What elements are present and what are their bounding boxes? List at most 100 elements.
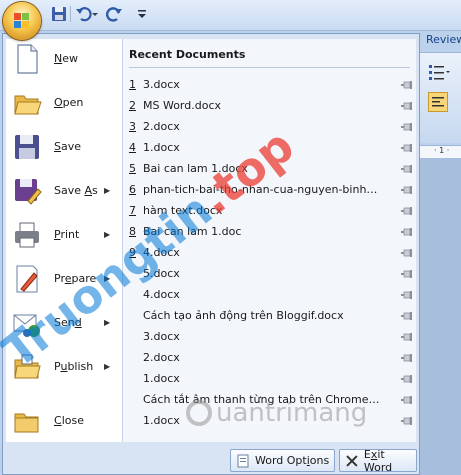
tab-review[interactable]: Review [422,30,461,50]
menu-item-label: Send [54,316,82,329]
pin-icon[interactable] [401,416,413,426]
ruler-label: · 1 · [434,146,450,155]
pin-icon[interactable] [401,311,413,321]
pin-icon[interactable] [401,164,413,174]
menu-item-label: Publish [54,360,94,373]
recent-document-item[interactable]: 8 Bai can lam 1.doc [123,222,416,242]
recent-document-number: 5 [129,162,136,175]
submenu-arrow-icon: ▶ [104,318,111,327]
pin-icon[interactable] [401,143,413,153]
recent-document-item[interactable]: 5.docx [123,264,416,284]
submenu-arrow-icon: ▶ [104,186,111,195]
menu-item-open[interactable]: Open [6,83,122,123]
recent-document-item[interactable]: 3.docx [123,327,416,347]
open-folder-icon [14,95,42,115]
save-floppy-icon [15,135,39,159]
pin-icon[interactable] [401,206,413,216]
recent-document-item[interactable]: 3 2.docx [123,117,416,137]
submenu-arrow-icon: ▶ [104,362,111,371]
recent-document-item[interactable]: 5 Bai can lam 1.docx [123,159,416,179]
recent-document-name: 3.docx [143,78,180,91]
recent-document-name: 4.docx [143,246,180,259]
recent-document-item[interactable]: 4.docx [123,285,416,305]
recent-documents-pane: Recent Documents 1 3.docx 2 MS Word.docx 3 2.… [123,39,416,442]
pin-icon[interactable] [401,248,413,258]
exit-word-label: Exit Word [363,447,393,474]
recent-document-name: 4.docx [143,288,180,301]
recent-document-name: MS Word.docx [143,99,222,112]
pin-icon[interactable] [401,122,413,132]
word-options-button[interactable]: Word Options [230,449,335,472]
recent-document-number: 7 [129,204,136,217]
recent-document-name: hàm text.docx [143,204,223,217]
floppy-save-icon [52,7,66,21]
pin-icon[interactable] [401,227,413,237]
recent-document-number: 2 [129,99,136,112]
menu-item-print[interactable]: Print ▶ [6,215,122,255]
pin-icon[interactable] [401,80,413,90]
recent-document-name: Cách tạo ảnh động trên Bloggif.docx [143,309,344,322]
recent-document-number: 6 [129,183,136,196]
recent-document-item[interactable]: 1.docx [123,369,416,389]
recent-document-item[interactable]: 7 hàm text.docx [123,201,416,221]
menu-item-label: Prepare [54,272,97,285]
customize-quick-access-button[interactable] [135,5,149,23]
recent-document-item[interactable]: 4 1.docx [123,138,416,158]
printer-icon [15,222,39,248]
recent-document-item[interactable]: 2 MS Word.docx [123,96,416,116]
recent-document-name: 1.docx [143,414,180,427]
save-as-icon [15,179,42,205]
pin-icon[interactable] [401,332,413,342]
bullet-list-button[interactable] [428,62,450,82]
menu-item-send[interactable]: Send ▶ [6,303,122,343]
chevron-down-icon [138,10,146,18]
document-canvas [420,158,461,475]
menu-item-label: Save As [54,184,98,197]
pin-icon[interactable] [401,101,413,111]
submenu-arrow-icon: ▶ [104,230,111,239]
publish-folder-icon [14,354,41,379]
menu-item-save-as[interactable]: Save As ▶ [6,171,122,211]
recent-document-number: 1 [129,78,136,91]
pin-icon[interactable] [401,290,413,300]
align-left-button[interactable] [428,92,448,112]
recent-document-name: 2.docx [143,351,180,364]
recent-document-item[interactable]: Cách tắt âm thanh từng tab trên Chrome.d… [123,390,416,410]
menu-item-publish[interactable]: Publish ▶ [6,347,122,387]
recent-document-item[interactable]: 2.docx [123,348,416,368]
pin-icon[interactable] [401,395,413,405]
recent-document-item[interactable]: 6 phan-tich-bai-tho-nhan-cua-nguyen-binh-… [123,180,416,200]
pin-icon[interactable] [401,269,413,279]
menu-item-label: New [54,52,78,65]
recent-document-item[interactable]: 1.docx [123,411,416,431]
send-icon [13,314,40,337]
recent-document-name: phan-tich-bai-tho-nhan-cua-nguyen-binh-k… [143,183,381,196]
horizontal-ruler: · 1 · [420,145,461,159]
menu-item-label: Save [54,140,82,153]
menu-item-label: Open [54,96,84,109]
recent-document-item[interactable]: 1 3.docx [123,75,416,95]
menu-item-prepare[interactable]: Prepare ▶ [6,259,122,299]
quick-save-button[interactable] [50,5,68,23]
recent-document-number: 3 [129,120,136,133]
office-button[interactable] [3,2,41,40]
menu-item-close[interactable]: Close [6,401,122,441]
quick-redo-button[interactable] [104,5,126,23]
recent-document-name: Cách tắt âm thanh từng tab trên Chrome.d… [143,393,381,406]
recent-document-item[interactable]: Cách tạo ảnh động trên Bloggif.docx [123,306,416,326]
word-options-label: Word Options [255,454,330,467]
quick-undo-button[interactable] [74,5,100,23]
title-bar [0,0,461,40]
pin-icon[interactable] [401,353,413,363]
pin-icon[interactable] [401,185,413,195]
recent-document-name: 1.docx [143,141,180,154]
menu-item-label: Print [54,228,80,241]
new-document-icon [17,44,38,74]
exit-word-button[interactable]: Exit Word [339,447,417,474]
menu-item-new[interactable]: New [6,39,122,79]
menu-item-save[interactable]: Save [6,127,122,167]
redo-icon [106,7,122,22]
options-document-icon [237,454,249,467]
pin-icon[interactable] [401,374,413,384]
recent-document-item[interactable]: 9 4.docx [123,243,416,263]
